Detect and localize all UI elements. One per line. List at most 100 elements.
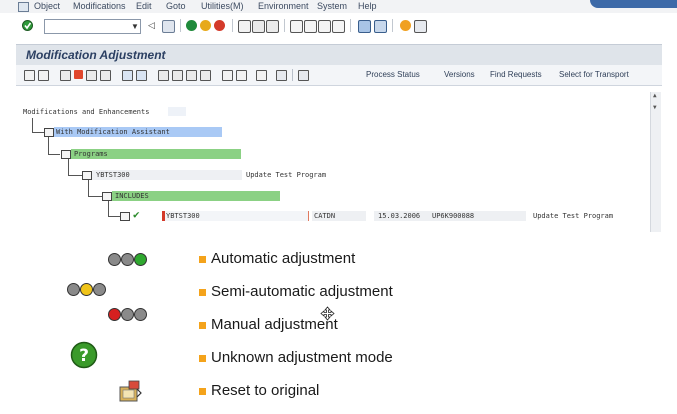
legend-bullet	[199, 355, 206, 362]
first-page-icon[interactable]	[290, 20, 303, 33]
light-red	[108, 308, 121, 321]
command-dropdown-icon[interactable]: ▼	[130, 20, 140, 33]
edit-icon[interactable]	[38, 70, 49, 81]
leaf-node-icon[interactable]	[120, 212, 130, 221]
filter-icon[interactable]	[222, 70, 233, 81]
tree-node-label: Programs	[74, 150, 108, 158]
expand-node-icon[interactable]	[102, 192, 112, 201]
tree-connector	[88, 196, 102, 197]
legend-bullet	[199, 289, 206, 296]
light-green	[134, 253, 147, 266]
light-off	[134, 308, 147, 321]
help-icon[interactable]	[400, 20, 411, 31]
previous-page-icon[interactable]	[304, 20, 317, 33]
save-icon[interactable]	[162, 20, 175, 33]
print-list-icon[interactable]	[200, 70, 211, 81]
scroll-up-icon[interactable]: ▲	[653, 92, 657, 99]
last-page-icon[interactable]	[332, 20, 345, 33]
menu-help[interactable]: Help	[358, 1, 377, 11]
tree-connector	[68, 158, 69, 175]
tree-node-label: YBTST300	[96, 171, 130, 179]
window-title-bar: Modification Adjustment	[16, 44, 662, 65]
select-icon[interactable]	[158, 70, 169, 81]
collapse-all-icon[interactable]	[136, 70, 147, 81]
menu-edit[interactable]: Edit	[136, 1, 152, 11]
print-icon[interactable]	[238, 20, 251, 33]
light-off	[121, 308, 134, 321]
menu-utilities[interactable]: Utilities(M)	[201, 1, 244, 11]
select-for-transport-button[interactable]: Select for Transport	[559, 70, 629, 79]
legend-bullet	[199, 256, 206, 263]
export-icon[interactable]	[256, 70, 267, 81]
standard-toolbar: ▼ ◁	[0, 14, 677, 38]
tree-connector	[32, 132, 44, 133]
light-off	[121, 253, 134, 266]
tree-connector	[108, 200, 109, 216]
page-title: Modification Adjustment	[26, 48, 166, 62]
light-off	[108, 253, 121, 266]
toolbar-separator	[284, 19, 285, 32]
activate-icon[interactable]	[74, 70, 83, 79]
find-next-icon[interactable]	[266, 20, 279, 33]
root-highlight	[168, 107, 186, 116]
menu-goto[interactable]: Goto	[166, 1, 186, 11]
find-icon[interactable]	[252, 20, 265, 33]
tree-connector	[48, 136, 49, 154]
process-status-button[interactable]: Process Status	[366, 70, 420, 79]
find-requests-button[interactable]: Find Requests	[490, 70, 542, 79]
enter-icon[interactable]	[22, 20, 33, 31]
versions-button[interactable]: Versions	[444, 70, 475, 79]
next-page-icon[interactable]	[318, 20, 331, 33]
tree-connector	[108, 216, 120, 217]
include-description: Update Test Program	[533, 212, 614, 220]
window-corner-decoration	[590, 0, 677, 8]
legend-bullet	[199, 322, 206, 329]
check-icon[interactable]	[60, 70, 71, 81]
question-mark-icon: ?	[70, 341, 98, 369]
hierarchy-icon[interactable]	[100, 70, 111, 81]
svg-text:?: ?	[79, 346, 89, 366]
tree-node-label: INCLUDES	[115, 192, 149, 200]
include-request: UP6K900088	[432, 212, 475, 220]
layout-menu-icon[interactable]	[414, 20, 427, 33]
scroll-down-icon[interactable]: ▼	[653, 104, 657, 111]
expand-node-icon[interactable]	[44, 128, 54, 137]
command-field[interactable]: ▼	[44, 19, 141, 34]
include-date: 15.03.2006	[378, 212, 421, 220]
legend-manual: Manual adjustment	[211, 316, 338, 333]
layout-icon[interactable]	[186, 70, 197, 81]
deselect-icon[interactable]	[172, 70, 183, 81]
create-shortcut-icon[interactable]	[374, 20, 387, 33]
where-used-icon[interactable]	[86, 70, 97, 81]
back-icon[interactable]	[186, 20, 197, 31]
menu-system[interactable]: System	[317, 1, 347, 11]
details-icon[interactable]	[298, 70, 309, 81]
sap-menu-icon[interactable]	[18, 2, 29, 12]
menu-modifications[interactable]: Modifications	[73, 1, 126, 11]
light-off	[93, 283, 106, 296]
back-history-icon[interactable]: ◁	[148, 20, 159, 31]
cancel-icon[interactable]	[214, 20, 225, 31]
display-change-icon[interactable]	[24, 70, 35, 81]
check-mark-icon: ✔	[133, 208, 140, 221]
text-cursor	[162, 211, 165, 221]
move-cursor-icon	[320, 306, 335, 321]
menu-environment[interactable]: Environment	[258, 1, 309, 11]
legend-bullet	[199, 388, 206, 395]
expand-all-icon[interactable]	[122, 70, 133, 81]
menu-object[interactable]: Object	[34, 1, 60, 11]
tree-root-label: Modifications and Enhancements	[23, 108, 150, 116]
tree-connector	[48, 154, 60, 155]
tree-connector	[68, 175, 82, 176]
legend-automatic: Automatic adjustment	[211, 250, 356, 267]
expand-node-icon[interactable]	[82, 171, 92, 180]
create-session-icon[interactable]	[358, 20, 371, 33]
sort-icon[interactable]	[276, 70, 287, 81]
vertical-scrollbar[interactable]: ▲ ▼	[650, 92, 661, 232]
expand-node-icon[interactable]	[61, 150, 71, 159]
tree-connector	[88, 179, 89, 196]
refresh-icon[interactable]	[236, 70, 247, 81]
exit-icon[interactable]	[200, 20, 211, 31]
reset-to-original-icon	[119, 380, 142, 402]
toolbar-separator	[392, 19, 393, 32]
